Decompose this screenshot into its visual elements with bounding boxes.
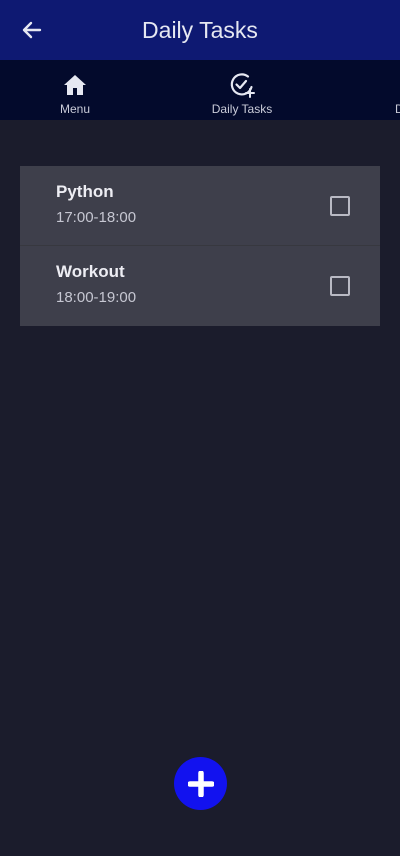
page-title: Daily Tasks	[142, 17, 258, 43]
tab-daily-tasks[interactable]: Daily Tasks	[187, 60, 297, 120]
home-icon	[62, 72, 88, 98]
tab-menu[interactable]: Menu	[20, 60, 130, 120]
tab-partial-label: D	[395, 102, 400, 116]
task-time: 17:00-18:00	[56, 209, 137, 226]
tab-menu-label: Menu	[59, 102, 91, 116]
add-task-button[interactable]	[174, 757, 227, 810]
task-checkbox[interactable]	[330, 276, 350, 296]
task-item-python[interactable]: Python 17:00-18:00	[20, 166, 380, 246]
task-checkbox[interactable]	[330, 196, 350, 216]
back-button[interactable]	[14, 12, 50, 48]
task-item-workout[interactable]: Workout 18:00-19:00	[20, 246, 380, 326]
tab-partial[interactable]: D	[355, 60, 400, 120]
task-time: 18:00-19:00	[56, 289, 137, 306]
check-circle-icon	[229, 72, 255, 98]
task-name: Python	[56, 182, 114, 201]
task-name: Workout	[56, 262, 125, 281]
tab-daily-tasks-label: Daily Tasks	[211, 102, 273, 116]
tab-bar: Menu Daily Tasks D	[0, 60, 400, 120]
app-bar: Daily Tasks	[0, 0, 400, 60]
task-list: Python 17:00-18:00 Workout 18:00-19:00	[20, 166, 380, 326]
arrow-left-icon	[22, 21, 42, 39]
plus-icon	[187, 770, 214, 797]
